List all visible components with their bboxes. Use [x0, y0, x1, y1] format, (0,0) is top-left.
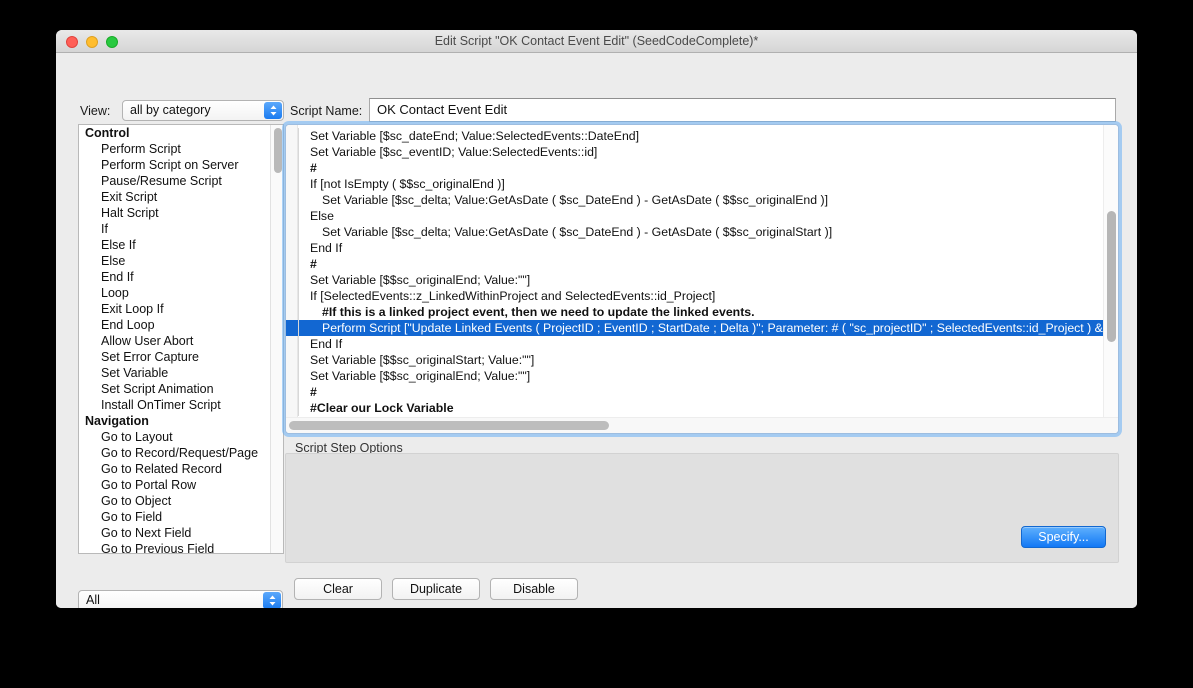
script-line[interactable]: Set Variable [$$sc_originalStart; Value:…: [286, 352, 1103, 368]
chevron-updown-icon[interactable]: [263, 592, 281, 608]
edit-script-window: Edit Script "OK Contact Event Edit" (See…: [56, 30, 1137, 608]
clear-button[interactable]: Clear: [294, 578, 382, 600]
script-step-item[interactable]: Go to Previous Field: [79, 541, 270, 553]
window-titlebar: Edit Script "OK Contact Event Edit" (See…: [56, 30, 1137, 53]
script-editor-vertical-scrollbar[interactable]: [1103, 125, 1118, 417]
script-step-item[interactable]: Set Error Capture: [79, 349, 270, 365]
script-editor-horizontal-scrollbar-thumb[interactable]: [289, 421, 609, 430]
script-editor[interactable]: Set Variable [$sc_dateEnd; Value:Selecte…: [285, 124, 1119, 434]
script-line[interactable]: #: [286, 384, 1103, 400]
script-step-item[interactable]: Perform Script: [79, 141, 270, 157]
script-name-input[interactable]: OK Contact Event Edit: [369, 98, 1116, 122]
window-body: View: all by category Script Name: OK Co…: [56, 53, 1137, 608]
script-line-gutter-rule: [298, 352, 299, 368]
script-line-gutter-rule: [298, 384, 299, 400]
script-step-group: Control: [85, 126, 130, 140]
script-steps-list-inner: Control Perform Script Perform Script on S…: [79, 125, 270, 553]
script-step-item[interactable]: If: [79, 221, 270, 237]
script-step-item[interactable]: End Loop: [79, 317, 270, 333]
compatibility-select-value: All: [86, 593, 100, 607]
window-title: Edit Script "OK Contact Event Edit" (See…: [434, 34, 759, 48]
script-editor-horizontal-scrollbar[interactable]: [286, 417, 1118, 433]
view-label: View:: [80, 104, 111, 118]
script-step-item[interactable]: Set Variable: [79, 365, 270, 381]
script-line-gutter-rule: [298, 208, 299, 224]
script-line[interactable]: #: [286, 160, 1103, 176]
script-step-group: Navigation: [85, 414, 149, 428]
script-line-gutter-rule: [298, 160, 299, 176]
script-line-gutter-rule: [298, 192, 299, 208]
script-step-item[interactable]: Halt Script: [79, 205, 270, 221]
script-line-gutter-rule: [298, 336, 299, 352]
duplicate-button[interactable]: Duplicate: [392, 578, 480, 600]
script-line-gutter-rule: [298, 288, 299, 304]
script-line[interactable]: #Clear our Lock Variable: [286, 400, 1103, 416]
script-step-item[interactable]: Allow User Abort: [79, 333, 270, 349]
script-step-options-panel: Specify...: [285, 453, 1119, 563]
script-line[interactable]: Set Variable [$$sc_originalEnd; Value:""…: [286, 368, 1103, 384]
compatibility-select[interactable]: All: [78, 590, 283, 608]
script-step-item[interactable]: Exit Script: [79, 189, 270, 205]
script-line[interactable]: Set Variable [$sc_delta; Value:GetAsDate…: [286, 224, 1103, 240]
script-step-item[interactable]: Pause/Resume Script: [79, 173, 270, 189]
script-line-gutter-rule: [298, 320, 299, 336]
script-line-gutter-rule: [298, 304, 299, 320]
disable-button[interactable]: Disable: [490, 578, 578, 600]
script-step-item[interactable]: Go to Next Field: [79, 525, 270, 541]
specify-button[interactable]: Specify...: [1021, 526, 1106, 548]
script-step-item[interactable]: Go to Object: [79, 493, 270, 509]
script-step-item[interactable]: Exit Loop If: [79, 301, 270, 317]
script-line[interactable]: #If this is a linked project event, then…: [286, 304, 1103, 320]
script-step-item[interactable]: End If: [79, 269, 270, 285]
script-step-item[interactable]: Go to Field: [79, 509, 270, 525]
script-step-item[interactable]: Install OnTimer Script: [79, 397, 270, 413]
script-name-label: Script Name:: [290, 104, 363, 118]
script-steps-list[interactable]: Control Perform Script Perform Script on S…: [78, 124, 284, 554]
script-step-item[interactable]: Go to Related Record: [79, 461, 270, 477]
view-select-value: all by category: [130, 103, 211, 117]
script-line-gutter-rule: [298, 224, 299, 240]
script-line[interactable]: Set Variable [$sc_delta; Value:GetAsDate…: [286, 192, 1103, 208]
script-step-item[interactable]: Else If: [79, 237, 270, 253]
script-line-gutter-rule: [298, 256, 299, 272]
script-line[interactable]: Else: [286, 208, 1103, 224]
script-line[interactable]: If [SelectedEvents::z_LinkedWithinProjec…: [286, 288, 1103, 304]
script-step-item[interactable]: Loop: [79, 285, 270, 301]
script-step-item[interactable]: Else: [79, 253, 270, 269]
script-editor-vertical-scrollbar-thumb[interactable]: [1107, 211, 1116, 342]
script-step-item[interactable]: Go to Layout: [79, 429, 270, 445]
script-step-item[interactable]: Set Script Animation: [79, 381, 270, 397]
script-editor-lines[interactable]: Set Variable [$sc_dateEnd; Value:Selecte…: [286, 128, 1103, 417]
script-line-selected[interactable]: Perform Script ["Update Linked Events ( …: [286, 320, 1103, 336]
script-line[interactable]: Set Variable [$sc_eventID; Value:Selecte…: [286, 144, 1103, 160]
script-line[interactable]: Set Variable [$sc_dateEnd; Value:Selecte…: [286, 128, 1103, 144]
script-line-gutter-rule: [298, 144, 299, 160]
script-step-item[interactable]: Go to Record/Request/Page: [79, 445, 270, 461]
script-line[interactable]: End If: [286, 336, 1103, 352]
chevron-updown-icon[interactable]: [264, 102, 282, 119]
script-line-gutter-rule: [298, 176, 299, 192]
script-line-gutter-rule: [298, 272, 299, 288]
script-line[interactable]: End If: [286, 240, 1103, 256]
script-line-gutter-rule: [298, 240, 299, 256]
script-step-item[interactable]: Perform Script on Server: [79, 157, 270, 173]
script-line[interactable]: Set Variable [$$sc_originalEnd; Value:""…: [286, 272, 1103, 288]
script-line[interactable]: If [not IsEmpty ( $$sc_originalEnd )]: [286, 176, 1103, 192]
script-step-item[interactable]: Go to Portal Row: [79, 477, 270, 493]
view-select[interactable]: all by category: [122, 100, 284, 121]
sidebar-scrollbar-thumb[interactable]: [274, 128, 282, 173]
script-line-gutter-rule: [298, 400, 299, 416]
sidebar-scrollbar[interactable]: [270, 125, 283, 553]
script-line-gutter-rule: [298, 128, 299, 144]
script-line[interactable]: #: [286, 256, 1103, 272]
script-line-gutter-rule: [298, 368, 299, 384]
